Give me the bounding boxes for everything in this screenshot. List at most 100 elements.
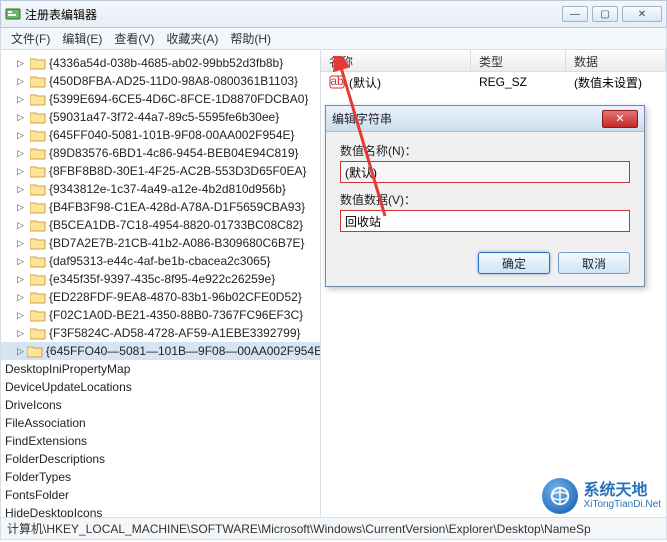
tree-item[interactable]: ▷{645FF040-5081-101B-9F08-00AA002F954E}: [1, 126, 320, 144]
tree-item[interactable]: ▷ {BD7A2E7B-21CB-41b2-A086-B309680C6B7E}: [1, 234, 320, 252]
col-type[interactable]: 类型: [471, 50, 566, 71]
expand-icon[interactable]: ▷: [17, 94, 27, 105]
expand-icon[interactable]: ▷: [17, 184, 27, 195]
app-icon: [5, 6, 21, 22]
menu-help[interactable]: 帮助(H): [224, 28, 277, 49]
title-bar: 注册表编辑器 — ▢ ✕: [0, 0, 667, 28]
folder-icon: [30, 164, 46, 178]
value-data-input[interactable]: [340, 210, 630, 232]
menu-file[interactable]: 文件(F): [5, 28, 56, 49]
tree-item[interactable]: ▷ {8FBF8B8D-30E1-4F25-AC2B-553D3D65F0EA}: [1, 162, 320, 180]
tree-item[interactable]: ▷ {59031a47-3f72-44a7-89c5-5595fe6b30ee}: [1, 108, 320, 126]
list-body: ab(默认)REG_SZ(数值未设置): [321, 72, 666, 92]
tree-item-label: {89D83576-6BD1-4c86-9454-BEB04E94C819}: [49, 146, 299, 160]
tree-item-label: {59031a47-3f72-44a7-89c5-5595fe6b30ee}: [49, 110, 279, 124]
folder-icon: [30, 272, 46, 286]
tree-item[interactable]: DriveIcons: [1, 396, 320, 414]
expand-icon[interactable]: ▷: [17, 220, 27, 231]
tree-item-label: FolderDescriptions: [5, 452, 105, 466]
expand-icon[interactable]: ▷: [17, 112, 27, 123]
tree-item-label: FolderTypes: [5, 470, 71, 484]
tree-item-label: {e345f35f-9397-435c-8f95-4e922c26259e}: [49, 272, 275, 286]
status-path: 计算机\HKEY_LOCAL_MACHINE\SOFTWARE\Microsof…: [7, 520, 591, 537]
tree-item[interactable]: ▷ {e345f35f-9397-435c-8f95-4e922c26259e}: [1, 270, 320, 288]
status-bar: 计算机\HKEY_LOCAL_MACHINE\SOFTWARE\Microsof…: [0, 518, 667, 540]
tree-item[interactable]: ▷ {F02C1A0D-BE21-4350-88B0-7367FC96EF3C}: [1, 306, 320, 324]
tree-item[interactable]: DeviceUpdateLocations: [1, 378, 320, 396]
tree-item[interactable]: HideDesktopIcons: [1, 504, 320, 517]
tree-item[interactable]: ▷{daf95313-e44c-4af-be1b-cbacea2c3065}: [1, 252, 320, 270]
tree-item[interactable]: ▷{ED228FDF-9EA8-4870-83b1-96b02CFE0D52}: [1, 288, 320, 306]
watermark-text-en: XiTongTianDi.Net: [584, 499, 661, 510]
tree-item[interactable]: FileAssociation: [1, 414, 320, 432]
expand-icon[interactable]: ▷: [17, 310, 27, 321]
tree-item[interactable]: ▷ {89D83576-6BD1-4c86-9454-BEB04E94C819}: [1, 144, 320, 162]
tree-item-label: {4336a54d-038b-4685-ab02-99bb52d3fb8b}: [49, 56, 283, 70]
expand-icon[interactable]: ▷: [17, 202, 27, 213]
tree-item-label: DeviceUpdateLocations: [5, 380, 132, 394]
tree-item[interactable]: ▷{B5CEA1DB-7C18-4954-8820-01733BC08C82}: [1, 216, 320, 234]
expand-icon[interactable]: ▷: [17, 130, 27, 141]
dialog-body: 数值名称(N)： 数值数据(V)：: [326, 132, 644, 244]
folder-icon: [30, 308, 46, 322]
tree-item-label: {645FFO40—5081—101B—9F08—00AA002F954E}: [46, 344, 321, 358]
window-title: 注册表编辑器: [25, 6, 562, 23]
expand-icon[interactable]: ▷: [17, 166, 27, 177]
string-value-icon: ab: [329, 74, 345, 90]
tree-item[interactable]: FolderDescriptions: [1, 450, 320, 468]
tree-item[interactable]: ▷{5399E694-6CE5-4D6C-8FCE-1D8870FDCBA0}: [1, 90, 320, 108]
expand-icon[interactable]: ▷: [17, 328, 27, 339]
maximize-button[interactable]: ▢: [592, 6, 618, 22]
tree-item[interactable]: ▷ {4336a54d-038b-4685-ab02-99bb52d3fb8b}: [1, 54, 320, 72]
tree-item[interactable]: FontsFolder: [1, 486, 320, 504]
expand-icon[interactable]: ▷: [17, 58, 27, 69]
tree-item[interactable]: ▷{F3F5824C-AD58-4728-AF59-A1EBE3392799}: [1, 324, 320, 342]
expand-icon[interactable]: ▷: [17, 292, 27, 303]
expand-icon[interactable]: ▷: [17, 238, 27, 249]
expand-icon[interactable]: ▷: [17, 274, 27, 285]
tree-item[interactable]: FindExtensions: [1, 432, 320, 450]
tree-item-label: {BD7A2E7B-21CB-41b2-A086-B309680C6B7E}: [49, 236, 305, 250]
col-data[interactable]: 数据: [566, 50, 666, 71]
minimize-button[interactable]: —: [562, 6, 588, 22]
col-name[interactable]: 名称: [321, 50, 471, 71]
folder-icon: [30, 254, 46, 268]
folder-icon: [30, 236, 46, 250]
tree-item[interactable]: DesktopIniPropertyMap: [1, 360, 320, 378]
close-button[interactable]: ✕: [622, 6, 662, 22]
dialog-title: 编辑字符串: [332, 110, 602, 127]
expand-icon[interactable]: ▷: [17, 76, 27, 87]
tree-item-label: {8FBF8B8D-30E1-4F25-AC2B-553D3D65F0EA}: [49, 164, 306, 178]
tree-item-label: FontsFolder: [5, 488, 69, 502]
tree-item-label: HideDesktopIcons: [5, 506, 102, 517]
folder-icon: [30, 92, 46, 106]
menu-edit[interactable]: 编辑(E): [56, 28, 108, 49]
tree-item-label: DesktopIniPropertyMap: [5, 362, 130, 376]
expand-icon[interactable]: ▷: [17, 148, 27, 159]
tree-item[interactable]: ▷{450D8FBA-AD25-11D0-98A8-0800361B1103}: [1, 72, 320, 90]
watermark-text-cn: 系统天地: [584, 482, 661, 500]
tree-item[interactable]: ▷{9343812e-1c37-4a49-a12e-4b2d810d956b}: [1, 180, 320, 198]
tree-item-label: {B4FB3F98-C1EA-428d-A78A-D1F5659CBA93}: [49, 200, 305, 214]
folder-icon: [30, 128, 46, 142]
expand-icon[interactable]: ▷: [17, 256, 27, 267]
tree-item-label: FindExtensions: [5, 434, 87, 448]
value-name-input[interactable]: [340, 161, 630, 183]
tree-item-label: {F02C1A0D-BE21-4350-88B0-7367FC96EF3C}: [49, 308, 303, 322]
watermark-logo-icon: [542, 478, 578, 514]
menu-view[interactable]: 查看(V): [108, 28, 160, 49]
dialog-close-button[interactable]: ✕: [602, 110, 638, 128]
value-name-label: 数值名称(N)：: [340, 142, 630, 159]
folder-icon: [30, 326, 46, 340]
list-row[interactable]: ab(默认)REG_SZ(数值未设置): [321, 72, 666, 92]
expand-icon[interactable]: ▷: [17, 346, 24, 357]
cancel-button[interactable]: 取消: [558, 252, 630, 274]
value-name: (默认): [349, 74, 381, 91]
ok-button[interactable]: 确定: [478, 252, 550, 274]
menu-favorites[interactable]: 收藏夹(A): [160, 28, 224, 49]
tree-item[interactable]: FolderTypes: [1, 468, 320, 486]
registry-tree[interactable]: ▷{4336a54d-038b-4685-ab02-99bb52d3fb8b}▷…: [1, 50, 321, 517]
tree-item[interactable]: ▷ {645FFO40—5081—101B—9F08—00AA002F954E}: [1, 342, 320, 360]
tree-item[interactable]: ▷ {B4FB3F98-C1EA-428d-A78A-D1F5659CBA93}: [1, 198, 320, 216]
dialog-title-bar[interactable]: 编辑字符串 ✕: [326, 106, 644, 132]
